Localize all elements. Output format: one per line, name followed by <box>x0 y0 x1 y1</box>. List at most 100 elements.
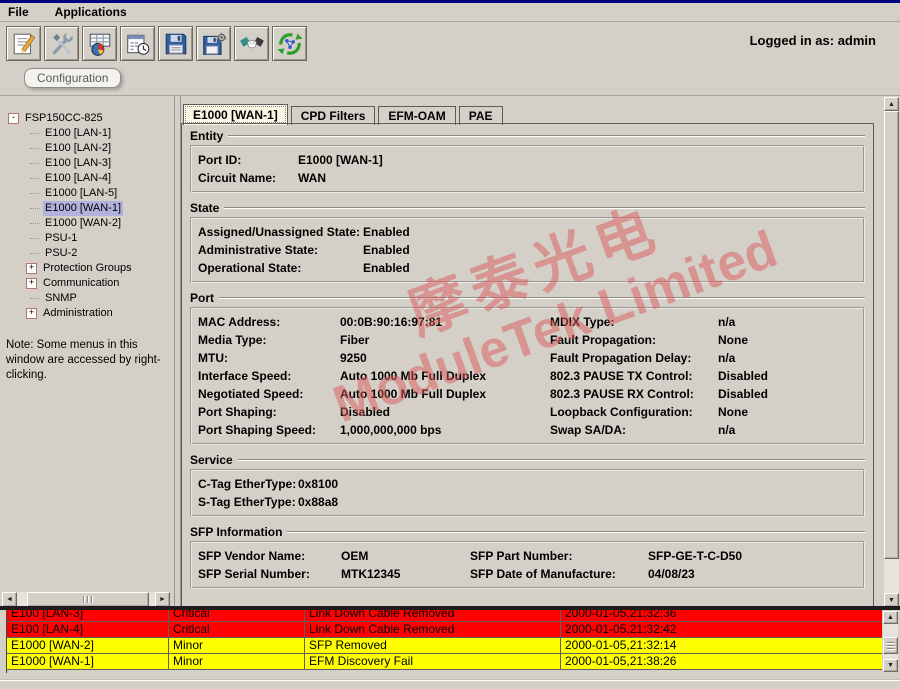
navigation-tree-panel: - FSP150CC-825 E100 [LAN-1] E100 [LAN-2]… <box>2 97 174 607</box>
tree-expand-icon[interactable]: + <box>26 278 37 289</box>
section-title: Port <box>190 291 214 305</box>
network-refresh-button[interactable] <box>272 26 307 61</box>
tree-horizontal-scrollbar[interactable]: ◄ ► <box>2 592 170 607</box>
tree-item-lan5[interactable]: E1000 [LAN-5] <box>2 186 174 201</box>
tree-item-wan1-selected[interactable]: E1000 [WAN-1] <box>2 201 174 216</box>
tree-connector <box>30 208 40 209</box>
tree-item-communication[interactable]: +Communication <box>2 276 174 291</box>
configuration-button[interactable] <box>6 26 41 61</box>
scroll-right-icon[interactable]: ► <box>155 592 170 607</box>
window-bottom-edge <box>0 679 900 681</box>
section-title: SFP Information <box>190 525 282 539</box>
menu-file[interactable]: File <box>8 5 29 19</box>
tree-item-lan1[interactable]: E100 [LAN-1] <box>2 126 174 141</box>
field-row: Assigned/Unassigned State:Enabled <box>198 223 857 241</box>
configuration-tooltip: Configuration <box>24 68 121 88</box>
scroll-up-icon[interactable]: ▲ <box>884 97 899 111</box>
alarm-row[interactable]: E1000 [WAN-2] Minor SFP Removed 2000-01-… <box>7 638 882 654</box>
tree-item-wan2[interactable]: E1000 [WAN-2] <box>2 216 174 231</box>
tree-item-lan3[interactable]: E100 [LAN-3] <box>2 156 174 171</box>
tree-connector <box>30 238 40 239</box>
field-row: C-Tag EtherType:0x8100 <box>198 475 857 493</box>
device-tree: - FSP150CC-825 E100 [LAN-1] E100 [LAN-2]… <box>2 97 174 321</box>
tab-e1000-wan1[interactable]: E1000 [WAN-1] <box>183 104 288 125</box>
alarm-time-cell: 2000-01-05,21:32:36 <box>561 610 882 621</box>
sfp-section: SFP Information SFP Vendor Name:OEM SFP … <box>190 524 865 589</box>
field-row: S-Tag EtherType:0x88a8 <box>198 493 857 511</box>
alarm-row[interactable]: E1000 [WAN-1] Minor EFM Discovery Fail 2… <box>7 654 882 670</box>
network-refresh-icon <box>277 31 303 57</box>
application-window: File Applications Logged in as: admin <box>0 0 900 689</box>
alarm-scroll-thumb[interactable] <box>883 637 898 654</box>
alarm-table: E100 [LAN-3] Critical Link Down Cable Re… <box>6 610 882 673</box>
field-row: Port Shaping Speed:1,000,000,000 bps <box>198 421 550 439</box>
schedule-button[interactable] <box>120 26 155 61</box>
tree-connector <box>30 223 40 224</box>
tree-scroll-thumb[interactable] <box>27 592 149 607</box>
tree-item-protection-groups[interactable]: + Protection Groups <box>2 261 174 276</box>
alarm-vertical-scrollbar[interactable]: ▲ ▼ <box>883 611 898 672</box>
tree-connector <box>30 178 40 179</box>
tree-item-psu1[interactable]: PSU-1 <box>2 231 174 246</box>
field-row: Circuit Name:WAN <box>198 169 857 187</box>
tree-item-administration[interactable]: +Administration <box>2 306 174 321</box>
tree-item-label: E100 [LAN-3] <box>43 156 113 171</box>
section-title: Entity <box>190 129 223 143</box>
tree-root-node[interactable]: - FSP150CC-825 <box>2 111 174 126</box>
tree-item-psu2[interactable]: PSU-2 <box>2 246 174 261</box>
alarm-description-cell: Link Down Cable Removed <box>305 622 561 637</box>
scroll-left-icon[interactable]: ◄ <box>2 592 17 607</box>
alarm-description-cell: Link Down Cable Removed <box>305 610 561 621</box>
tree-item-lan4[interactable]: E100 [LAN-4] <box>2 171 174 186</box>
alarm-severity-cell: Minor <box>169 638 305 653</box>
scroll-down-icon[interactable]: ▼ <box>884 593 899 607</box>
alarm-row[interactable]: E100 [LAN-4] Critical Link Down Cable Re… <box>7 622 882 638</box>
field-row: Loopback Configuration:None <box>550 403 857 421</box>
main-scroll-thumb[interactable] <box>884 111 899 559</box>
main-vertical-scrollbar[interactable]: ▲ ▼ <box>884 97 899 607</box>
save-button[interactable] <box>158 26 193 61</box>
entity-section: Entity Port ID:E1000 [WAN-1] Circuit Nam… <box>190 128 865 193</box>
tree-item-label: E100 [LAN-4] <box>43 171 113 186</box>
section-title: Service <box>190 453 233 467</box>
scroll-up-icon[interactable]: ▲ <box>883 611 898 624</box>
tree-connector <box>30 148 40 149</box>
toolbar <box>6 26 310 61</box>
tree-collapse-icon[interactable]: - <box>8 113 19 124</box>
menu-applications[interactable]: Applications <box>55 5 127 19</box>
tree-item-label: SNMP <box>43 291 79 306</box>
save-config-button[interactable] <box>196 26 231 61</box>
alarm-entity-cell: E100 [LAN-4] <box>7 622 169 637</box>
edit-note-icon <box>11 31 37 57</box>
tree-note-text: Note: Some menus in this window are acce… <box>6 338 170 383</box>
field-row: MDIX Type:n/a <box>550 313 857 331</box>
field-row: Operational State:Enabled <box>198 259 857 277</box>
reports-button[interactable] <box>82 26 117 61</box>
tree-connector <box>30 298 40 299</box>
tree-connector <box>30 193 40 194</box>
tree-item-label: Protection Groups <box>41 261 134 276</box>
alarm-row[interactable]: E100 [LAN-3] Critical Link Down Cable Re… <box>7 610 882 622</box>
field-row: SFP Serial Number:MTK12345 <box>198 565 470 583</box>
tree-item-label: E100 [LAN-2] <box>43 141 113 156</box>
menu-bar: File Applications <box>0 3 900 22</box>
field-row: Port ID:E1000 [WAN-1] <box>198 151 857 169</box>
tree-expand-icon[interactable]: + <box>26 308 37 319</box>
tree-item-snmp[interactable]: SNMP <box>2 291 174 306</box>
tools-icon <box>49 31 75 57</box>
alarm-severity-cell: Minor <box>169 654 305 669</box>
floppy-gear-icon <box>201 31 227 57</box>
alarm-severity-cell: Critical <box>169 610 305 621</box>
scroll-down-icon[interactable]: ▼ <box>883 659 898 672</box>
alarm-entity-cell: E1000 [WAN-2] <box>7 638 169 653</box>
tools-button[interactable] <box>44 26 79 61</box>
tree-connector <box>30 133 40 134</box>
tree-item-lan2[interactable]: E100 [LAN-2] <box>2 141 174 156</box>
section-title: State <box>190 201 219 215</box>
field-row: 802.3 PAUSE TX Control:Disabled <box>550 367 857 385</box>
field-row: MAC Address:00:0B:90:16:97:81 <box>198 313 550 331</box>
alarm-time-cell: 2000-01-05,21:38:26 <box>561 654 882 669</box>
connect-button[interactable] <box>234 26 269 61</box>
tree-expand-icon[interactable]: + <box>26 263 37 274</box>
floppy-disk-icon <box>163 31 189 57</box>
